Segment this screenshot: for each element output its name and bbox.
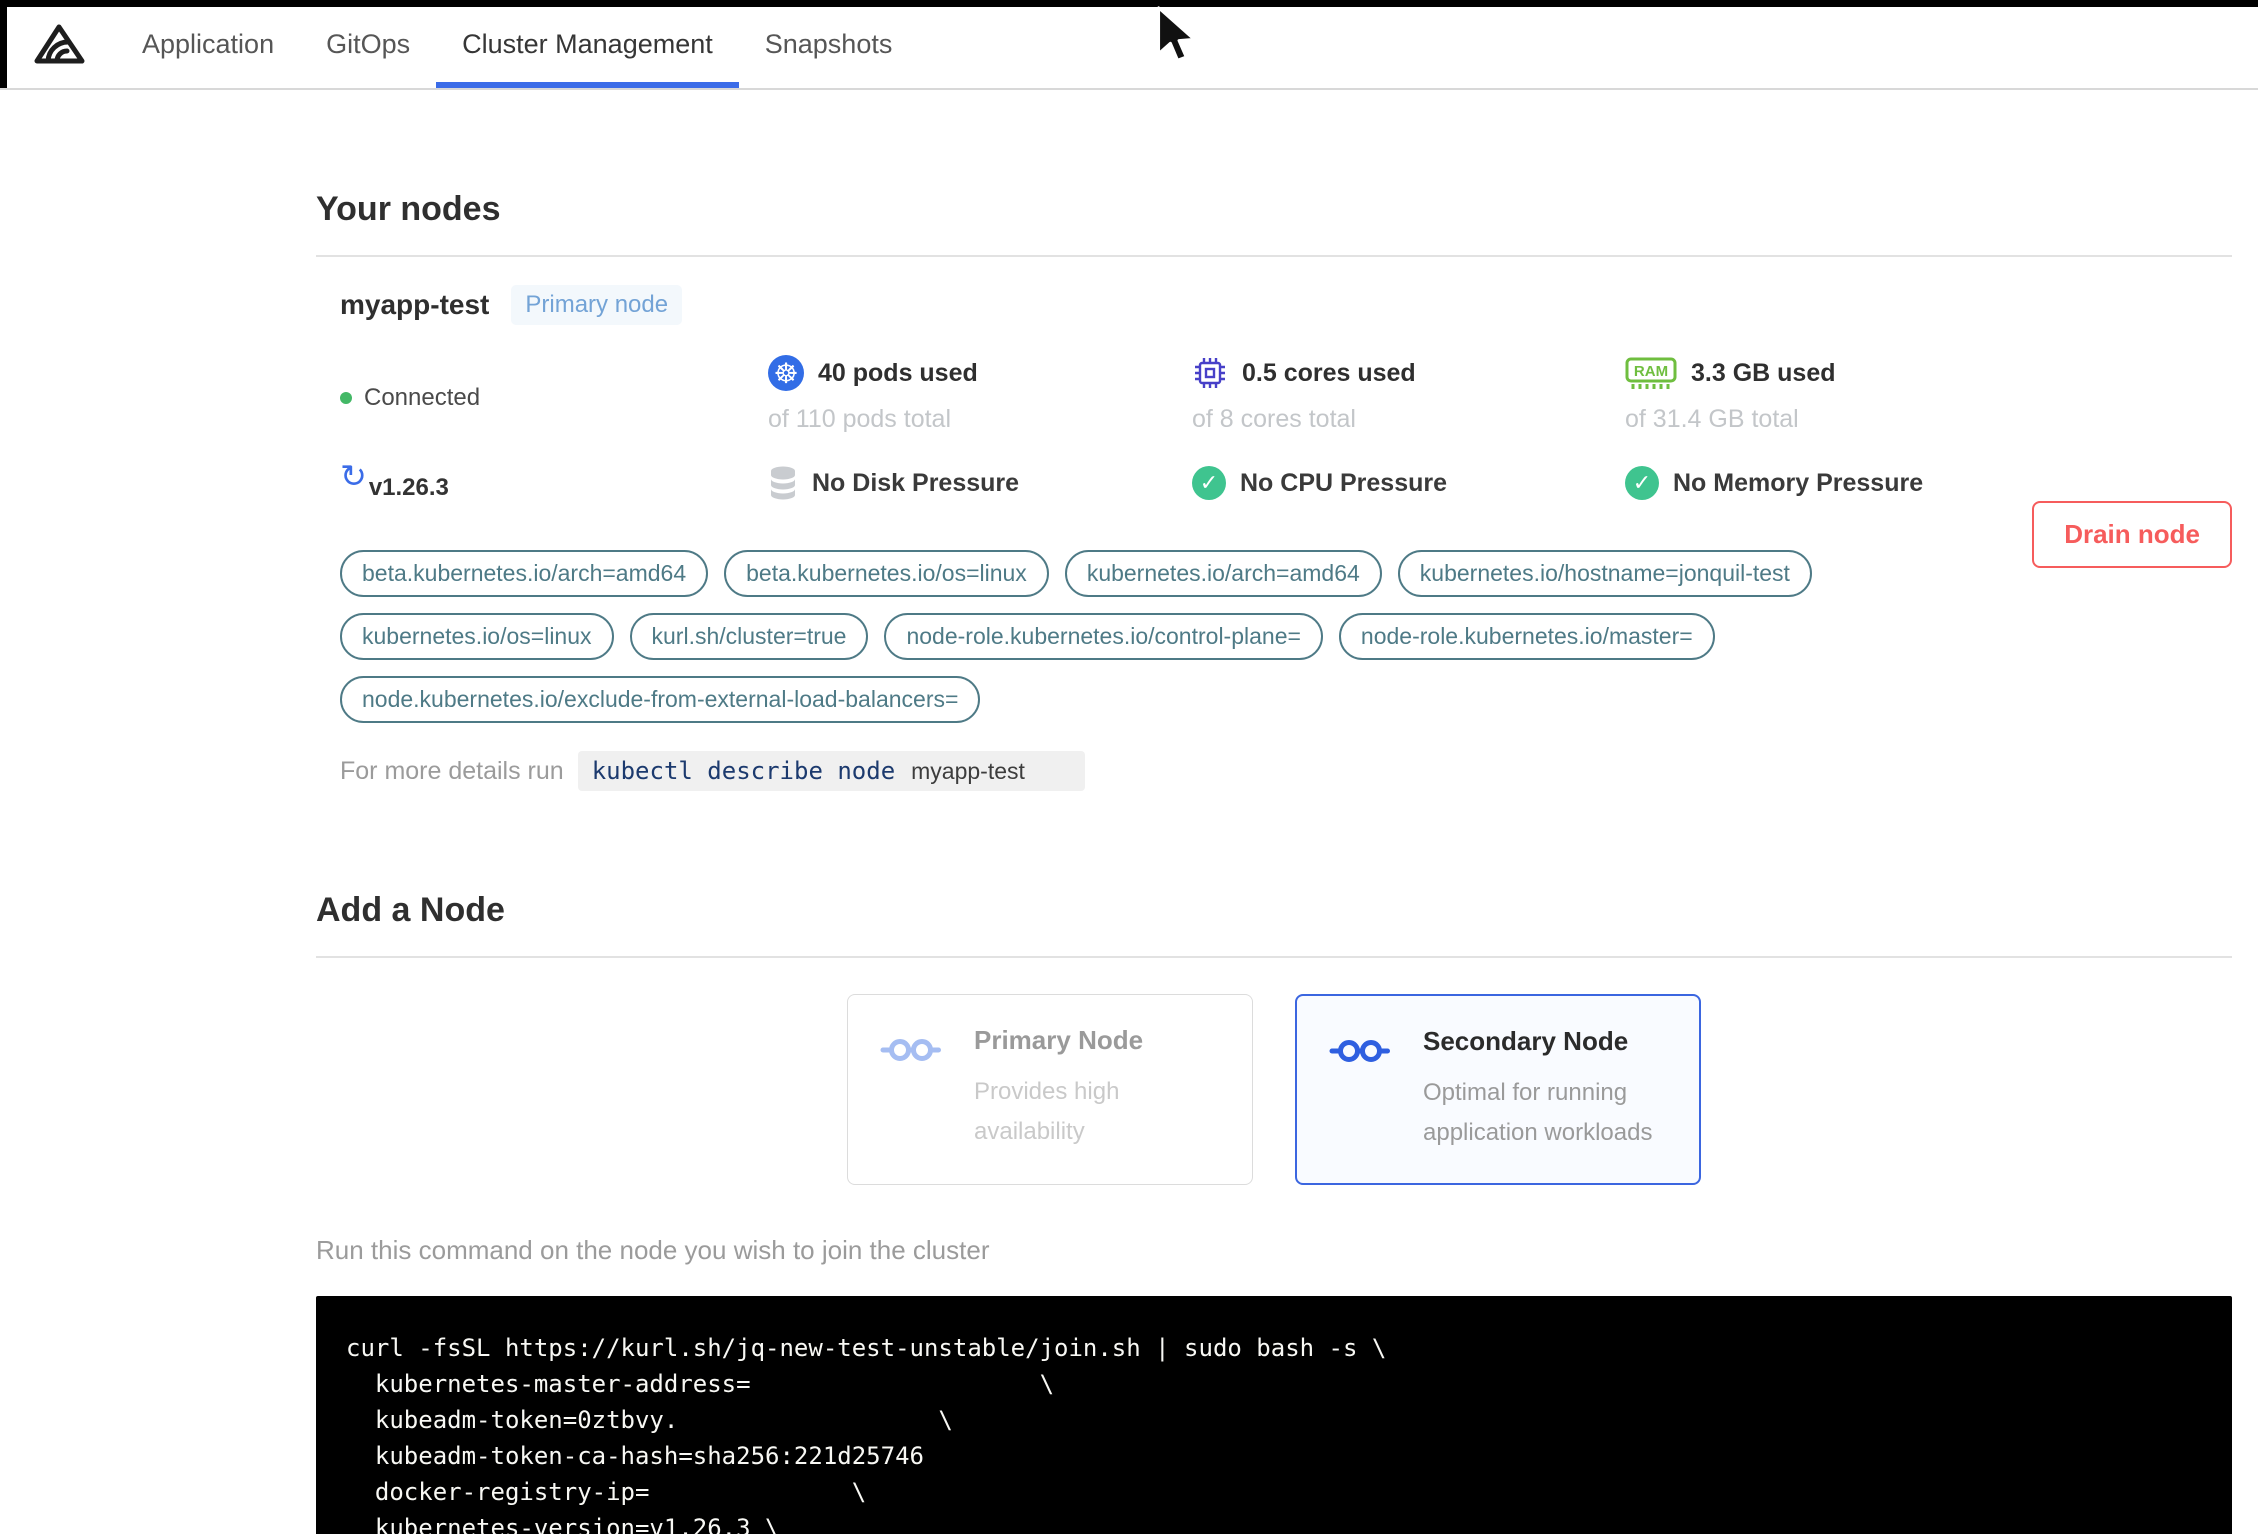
command-line: kubernetes-version=v1.26.3 \	[346, 1514, 780, 1534]
node-link-icon	[880, 1039, 941, 1061]
node-labels: beta.kubernetes.io/arch=amd64 beta.kuber…	[340, 550, 2020, 723]
node-label-pill: kurl.sh/cluster=true	[629, 613, 869, 660]
svg-text:RAM: RAM	[1634, 363, 1668, 380]
your-nodes-heading: Your nodes	[316, 190, 501, 228]
memory-pressure-condition: ✓ No Memory Pressure	[1625, 464, 2232, 502]
node-name-row: myapp-test Primary node	[340, 285, 2232, 325]
cluster-management-page: Your nodes myapp-test Primary node Conne…	[0, 190, 2258, 1534]
disk-icon	[771, 466, 795, 500]
primary-node-option[interactable]: Primary Node Provides high availability	[847, 994, 1253, 1185]
cpu-pressure-label: No CPU Pressure	[1240, 468, 1448, 497]
primary-tabs: Application GitOps Cluster Management Sn…	[116, 0, 918, 88]
secondary-node-option[interactable]: Secondary Node Optimal for running appli…	[1295, 994, 1701, 1185]
tab-gitops[interactable]: GitOps	[300, 0, 436, 88]
secondary-node-description: Optimal for running application workload…	[1423, 1079, 1653, 1146]
node-details-hint: For more details run kubectl describe no…	[340, 751, 2232, 791]
node-card: myapp-test Primary node Connected ☸ 40 p…	[316, 285, 2232, 791]
join-command-instruction: Run this command on the node you wish to…	[316, 1235, 990, 1265]
join-command-block: curl -fsSL https://kurl.sh/jq-new-test-u…	[316, 1296, 2232, 1534]
node-label-pill: beta.kubernetes.io/arch=amd64	[340, 550, 709, 597]
drain-node-button[interactable]: Drain node	[2032, 501, 2232, 568]
cores-used-label: 0.5 cores used	[1242, 358, 1416, 387]
node-status-label: Connected	[364, 383, 481, 411]
memory-pressure-label: No Memory Pressure	[1673, 468, 1924, 497]
memory-total-label: of 31.4 GB total	[1625, 405, 1799, 433]
kubectl-node-name: myapp-test	[911, 757, 1025, 784]
memory-used-label: 3.3 GB used	[1691, 358, 1836, 387]
top-nav: Application GitOps Cluster Management Sn…	[0, 0, 2258, 90]
command-line: kubeadm-token=0ztbvy. \	[346, 1406, 953, 1434]
cpu-pressure-condition: ✓ No CPU Pressure	[1192, 464, 1625, 502]
node-name: myapp-test	[340, 289, 490, 320]
connected-dot-icon	[340, 391, 352, 404]
cpu-icon	[1195, 358, 1225, 388]
section-divider	[316, 956, 2232, 958]
node-status: Connected	[340, 355, 768, 434]
version-refresh-icon: ↻	[340, 458, 367, 494]
primary-node-title: Primary Node	[974, 1025, 1144, 1055]
disk-pressure-condition: No Disk Pressure	[768, 464, 1192, 502]
version-label: v1.26.3	[368, 474, 449, 501]
node-label-pill: kubernetes.io/arch=amd64	[1064, 550, 1382, 597]
tab-snapshots[interactable]: Snapshots	[739, 0, 919, 88]
cores-total-label: of 8 cores total	[1192, 405, 1356, 433]
node-label-pill: node.kubernetes.io/exclude-from-external…	[340, 676, 981, 723]
replicated-logo-icon	[34, 24, 85, 64]
node-label-pill: kubernetes.io/os=linux	[340, 613, 614, 660]
pods-stat: ☸ 40 pods used of 110 pods total	[768, 355, 1192, 434]
cores-stat: 0.5 cores used of 8 cores total	[1192, 355, 1625, 434]
kubectl-command: kubectl describe node	[591, 757, 896, 785]
node-type-options: Primary Node Provides high availability …	[316, 994, 2232, 1185]
add-node-heading: Add a Node	[316, 891, 505, 929]
secondary-node-title: Secondary Node	[1423, 1026, 1629, 1056]
pods-total-label: of 110 pods total	[768, 405, 952, 433]
check-icon: ✓	[1192, 466, 1226, 500]
command-line: kubeadm-token-ca-hash=sha256:221d25746	[346, 1442, 924, 1470]
tab-application[interactable]: Application	[116, 0, 300, 88]
node-link-icon	[1329, 1040, 1390, 1062]
node-label-pill: node-role.kubernetes.io/master=	[1338, 613, 1715, 660]
screenshot-top-edge	[0, 0, 2258, 7]
kubernetes-pods-icon: ☸	[768, 355, 804, 391]
details-prefix: For more details run	[340, 756, 564, 785]
command-line: kubernetes-master-address= \	[346, 1370, 1055, 1398]
kubernetes-version: ↻ v1.26.3	[340, 458, 768, 502]
disk-pressure-label: No Disk Pressure	[812, 468, 1020, 497]
command-line: docker-registry-ip= \	[346, 1478, 867, 1506]
node-summary-grid: myapp-test Primary node Connected ☸ 40 p…	[340, 285, 2232, 502]
kubectl-describe-chip: kubectl describe node myapp-test	[577, 751, 1085, 791]
node-label-pill: kubernetes.io/hostname=jonquil-test	[1397, 550, 1812, 597]
primary-node-badge: Primary node	[511, 285, 683, 325]
check-icon: ✓	[1625, 466, 1659, 500]
section-divider	[316, 255, 2232, 257]
ram-icon: RAM	[1625, 357, 1677, 389]
node-label-pill: node-role.kubernetes.io/control-plane=	[884, 613, 1323, 660]
replicated-logo[interactable]	[30, 0, 86, 88]
tab-cluster-management[interactable]: Cluster Management	[436, 0, 739, 88]
screenshot-left-edge	[0, 0, 7, 88]
node-label-pill: beta.kubernetes.io/os=linux	[724, 550, 1049, 597]
pods-used-label: 40 pods used	[818, 358, 978, 387]
memory-stat: RAM 3.3 GB used of 31.4 GB total	[1625, 355, 2232, 434]
command-line: curl -fsSL https://kurl.sh/jq-new-test-u…	[346, 1334, 1387, 1362]
primary-node-description: Provides high availability	[974, 1078, 1120, 1145]
